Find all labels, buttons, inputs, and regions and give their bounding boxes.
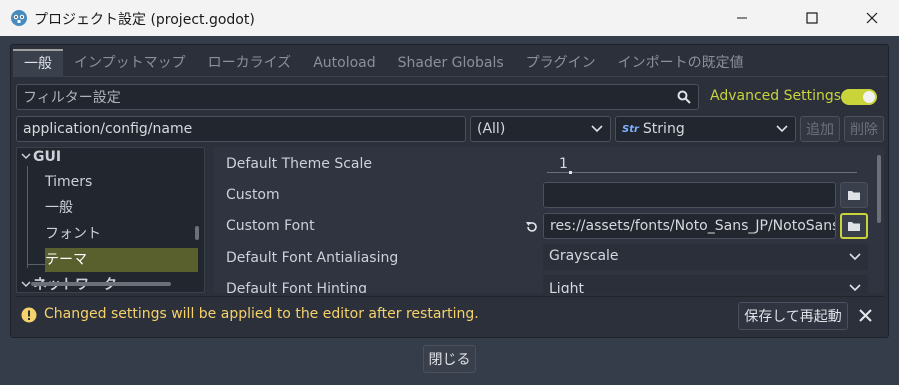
maximize-button[interactable] <box>789 0 835 36</box>
theme-scale-slider[interactable] <box>547 172 857 173</box>
search-icon <box>677 90 691 104</box>
settings-tree: GUI Timers 一般 フォント テーマ ネットワーク <box>16 147 205 293</box>
tree-guide-line <box>27 166 28 268</box>
property-label: Default Theme Scale <box>226 156 373 172</box>
hinting-select-value: Light <box>549 281 584 293</box>
delete-property-button[interactable]: 削除 <box>844 116 884 142</box>
tab-underline <box>13 76 887 77</box>
save-and-restart-button[interactable]: 保存して再起動 <box>738 302 848 330</box>
close-window-button[interactable] <box>849 0 895 36</box>
godot-logo-icon <box>11 10 27 26</box>
chevron-down-icon <box>591 125 603 133</box>
add-property-button[interactable]: 追加 <box>800 116 840 142</box>
folder-icon <box>848 222 860 231</box>
scope-select-value: (All) <box>477 121 506 137</box>
close-icon <box>866 12 878 24</box>
tab-import-defaults[interactable]: インポートの既定値 <box>607 49 755 77</box>
tab-plugins[interactable]: プラグイン <box>515 49 607 77</box>
tree-section-label: GUI <box>33 149 62 165</box>
property-label: Default Font Antialiasing <box>226 250 399 266</box>
hinting-select[interactable]: Light <box>543 275 868 293</box>
browse-custom-font-button[interactable] <box>840 213 868 239</box>
filter-input[interactable]: フィルター設定 <box>16 84 699 110</box>
advanced-settings-label: Advanced Settings <box>710 88 842 104</box>
property-label: Custom <box>226 187 280 203</box>
tree-item-general[interactable]: 一般 <box>45 196 73 220</box>
tab-general[interactable]: 一般 <box>13 49 63 77</box>
window-title: プロジェクト設定 (project.godot) <box>34 12 255 28</box>
restart-notice-bar: Changed settings will be applied to the … <box>16 296 884 332</box>
antialiasing-select-value: Grayscale <box>549 248 619 264</box>
tab-bar: 一般 インプットマップ ローカライズ Autoload Shader Globa… <box>13 49 755 77</box>
toggle-knob <box>863 91 875 103</box>
custom-theme-path-input[interactable] <box>543 182 836 208</box>
slider-grabber[interactable] <box>569 171 572 174</box>
maximize-icon <box>806 12 818 24</box>
property-inspector: Default Theme Scale 1 Custom Custom Font… <box>214 147 884 293</box>
type-select[interactable]: Str String <box>615 116 796 142</box>
antialiasing-select[interactable]: Grayscale <box>543 244 868 270</box>
tab-shader-globals[interactable]: Shader Globals <box>387 49 515 77</box>
minimize-button[interactable] <box>719 0 765 36</box>
tree-horizontal-scrollbar[interactable] <box>31 282 171 286</box>
inspector-scrollbar[interactable] <box>877 155 881 223</box>
browse-custom-theme-button[interactable] <box>840 182 868 208</box>
tree-vertical-scrollbar[interactable] <box>195 226 199 240</box>
tab-autoload[interactable]: Autoload <box>302 49 386 77</box>
chevron-down-icon <box>849 253 861 261</box>
window-titlebar: プロジェクト設定 (project.godot) <box>0 0 899 36</box>
tree-item-timers[interactable]: Timers <box>45 170 92 194</box>
filter-placeholder: フィルター設定 <box>23 90 121 106</box>
restart-notice-message: Changed settings will be applied to the … <box>44 306 479 322</box>
chevron-down-icon <box>21 281 31 288</box>
string-type-icon: Str <box>622 123 639 135</box>
tab-localization[interactable]: ローカライズ <box>197 49 303 77</box>
tree-item-fonts[interactable]: フォント <box>45 222 101 246</box>
advanced-settings-toggle[interactable] <box>841 89 877 105</box>
property-label: Default Font Hinting <box>226 281 367 293</box>
revert-icon[interactable] <box>525 220 539 234</box>
type-select-value: String <box>642 121 685 137</box>
folder-icon <box>848 191 860 200</box>
tab-input-map[interactable]: インプットマップ <box>63 49 197 77</box>
close-icon[interactable] <box>859 309 872 322</box>
chevron-down-icon <box>849 284 861 292</box>
scope-select[interactable]: (All) <box>470 116 611 142</box>
chevron-down-icon <box>776 125 788 133</box>
property-label: Custom Font <box>226 218 315 234</box>
property-path-value: application/config/name <box>23 121 193 137</box>
tree-guide-branch <box>27 264 45 265</box>
theme-scale-value[interactable]: 1 <box>559 156 568 172</box>
warning-icon <box>21 307 37 323</box>
property-path-input[interactable]: application/config/name <box>16 116 466 142</box>
minimize-icon <box>737 17 747 19</box>
tree-item-theme[interactable]: テーマ <box>45 248 198 272</box>
custom-font-path-value: res://assets/fonts/Noto_Sans_JP/NotoSans… <box>550 218 836 234</box>
chevron-down-icon <box>21 153 31 160</box>
custom-font-path-input[interactable]: res://assets/fonts/Noto_Sans_JP/NotoSans… <box>543 213 836 239</box>
close-dialog-button[interactable]: 閉じる <box>423 345 476 373</box>
